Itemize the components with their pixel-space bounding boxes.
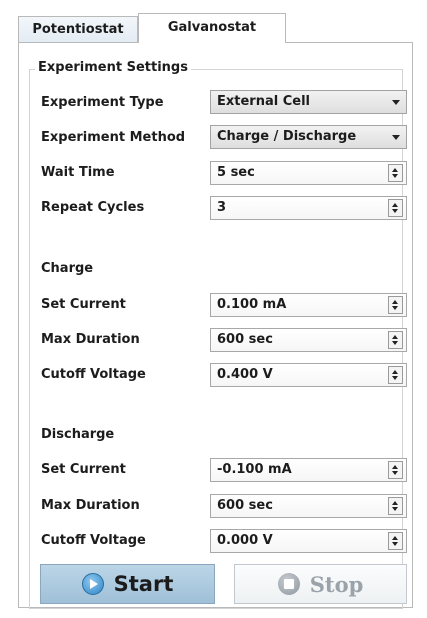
discharge-cutoff-voltage-input[interactable]: 0.000 V xyxy=(210,529,407,553)
discharge-max-duration-input[interactable]: 600 sec xyxy=(210,494,407,518)
discharge-set-current-value: -0.100 mA xyxy=(217,462,292,477)
charge-cutoff-voltage-label: Cutoff Voltage xyxy=(41,367,146,382)
charge-set-current-label: Set Current xyxy=(41,297,126,312)
tab-galvanostat[interactable]: Galvanostat xyxy=(138,13,286,43)
charge-max-duration-input[interactable]: 600 sec xyxy=(210,328,407,352)
discharge-heading: Discharge xyxy=(41,427,115,442)
experiment-type-label: Experiment Type xyxy=(41,95,164,110)
play-icon xyxy=(81,573,104,595)
repeat-cycles-input[interactable]: 3 xyxy=(210,196,407,220)
discharge-set-current-input[interactable]: -0.100 mA xyxy=(210,458,407,482)
charge-cutoff-voltage-value: 0.400 V xyxy=(217,367,273,382)
experiment-type-value: External Cell xyxy=(217,94,310,109)
group-title: Experiment Settings xyxy=(35,60,191,75)
experiment-method-select[interactable]: Charge / Discharge xyxy=(210,125,407,149)
spinner-arrows-icon[interactable] xyxy=(388,199,403,217)
spinner-arrows-icon[interactable] xyxy=(388,532,403,550)
spinner-arrows-icon[interactable] xyxy=(388,366,403,384)
start-button[interactable]: Start xyxy=(40,564,215,604)
charge-set-current-input[interactable]: 0.100 mA xyxy=(210,293,407,317)
experiment-method-value: Charge / Discharge xyxy=(217,129,357,144)
spinner-arrows-icon[interactable] xyxy=(388,497,403,515)
repeat-cycles-label: Repeat Cycles xyxy=(41,200,145,215)
tab-potentiostat[interactable]: Potentiostat xyxy=(18,16,138,43)
experiment-type-select[interactable]: External Cell xyxy=(210,90,407,114)
stop-button[interactable]: Stop xyxy=(234,564,407,604)
spinner-arrows-icon[interactable] xyxy=(388,331,403,349)
stop-icon xyxy=(277,573,300,595)
charge-max-duration-label: Max Duration xyxy=(41,332,140,347)
wait-time-value: 5 sec xyxy=(217,165,255,180)
discharge-cutoff-voltage-value: 0.000 V xyxy=(217,533,273,548)
discharge-cutoff-voltage-label: Cutoff Voltage xyxy=(41,533,146,548)
wait-time-label: Wait Time xyxy=(41,165,115,180)
discharge-max-duration-value: 600 sec xyxy=(217,498,273,513)
charge-set-current-value: 0.100 mA xyxy=(217,297,287,312)
discharge-set-current-label: Set Current xyxy=(41,462,126,477)
spinner-arrows-icon[interactable] xyxy=(388,296,403,314)
start-button-label: Start xyxy=(113,572,174,596)
repeat-cycles-value: 3 xyxy=(217,200,227,215)
chevron-down-icon[interactable] xyxy=(392,135,400,140)
spinner-arrows-icon[interactable] xyxy=(388,461,403,479)
charge-cutoff-voltage-input[interactable]: 0.400 V xyxy=(210,363,407,387)
tab-bar: Potentiostat Galvanostat xyxy=(18,13,413,43)
chevron-down-icon[interactable] xyxy=(392,100,400,105)
charge-heading: Charge xyxy=(41,261,94,276)
charge-max-duration-value: 600 sec xyxy=(217,332,273,347)
experiment-method-label: Experiment Method xyxy=(41,130,186,145)
stop-button-label: Stop xyxy=(309,571,364,597)
spinner-arrows-icon[interactable] xyxy=(388,164,403,182)
discharge-max-duration-label: Max Duration xyxy=(41,498,140,513)
wait-time-input[interactable]: 5 sec xyxy=(210,161,407,185)
